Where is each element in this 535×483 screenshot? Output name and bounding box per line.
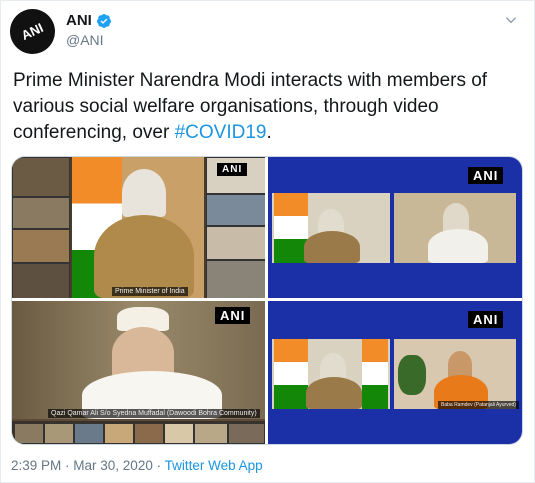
- video-caption: Prime Minister of India: [112, 287, 188, 296]
- ani-watermark: ANI: [217, 163, 248, 176]
- tweet-metadata: 2:39 PM · Mar 30, 2020 · Twitter Web App: [11, 458, 263, 473]
- pm-figure-body: [304, 231, 360, 263]
- pm-figure-head: [122, 169, 166, 217]
- source-app-link[interactable]: Twitter Web App: [165, 458, 263, 473]
- media-photo-4[interactable]: ANI Baba Ramdev (Patanjali Ayurved): [268, 301, 522, 444]
- author-name-row[interactable]: ANI: [66, 12, 112, 29]
- tweet-time[interactable]: 2:39 PM: [11, 458, 61, 473]
- pm-figure-body: [306, 377, 362, 409]
- video-tile: [104, 423, 134, 444]
- separator: ·: [152, 458, 165, 473]
- video-tile: [14, 423, 44, 444]
- participant-figure-body: [428, 229, 488, 263]
- tweet-date[interactable]: Mar 30, 2020: [73, 458, 153, 473]
- ani-watermark: ANI: [468, 311, 504, 328]
- video-tile: [74, 423, 104, 444]
- chevron-down-icon[interactable]: [504, 13, 518, 27]
- video-tile: [206, 194, 265, 226]
- separator: ·: [61, 458, 74, 473]
- author-handle[interactable]: @ANI: [66, 32, 104, 48]
- video-tile: [194, 423, 228, 444]
- pm-figure-body: [94, 215, 194, 298]
- indian-flag: [362, 339, 388, 409]
- verified-badge-icon: [96, 13, 111, 28]
- video-tile: [12, 229, 70, 263]
- video-tile: [206, 260, 265, 298]
- tweet-text: Prime Minister Narendra Modi interacts w…: [13, 68, 523, 146]
- video-tile: [228, 423, 265, 444]
- avatar[interactable]: ANI: [10, 9, 55, 54]
- video-tile: [206, 226, 265, 260]
- tweet-text-end: .: [266, 122, 272, 143]
- media-photo-3[interactable]: Qazi Qamar Ali S/o Syedna Muffadal (Dawo…: [12, 301, 265, 444]
- video-tile: [12, 263, 70, 298]
- video-tile: [164, 423, 194, 444]
- ani-watermark: ANI: [468, 167, 504, 184]
- hashtag-link[interactable]: #COVID19: [175, 122, 267, 143]
- video-tile: [44, 423, 74, 444]
- video-caption: Qazi Qamar Ali S/o Syedna Muffadal (Dawo…: [48, 409, 260, 418]
- ani-watermark: ANI: [215, 307, 251, 324]
- author-name[interactable]: ANI: [66, 12, 92, 29]
- video-caption: Baba Ramdev (Patanjali Ayurved): [438, 401, 519, 409]
- tweet-card[interactable]: ANI ANI @ANI Prime Minister Narendra Mod…: [0, 0, 535, 483]
- indian-flag: [274, 193, 308, 263]
- video-tile: [12, 197, 70, 229]
- video-tile: [12, 157, 70, 197]
- media-photo-2[interactable]: ANI: [268, 157, 522, 298]
- media-photo-1[interactable]: Prime Minister of India ANI: [12, 157, 265, 298]
- plant-decor: [398, 355, 426, 395]
- avatar-logo-text: ANI: [19, 19, 46, 44]
- video-tile: [134, 423, 164, 444]
- media-grid[interactable]: Prime Minister of India ANI ANI Qazi Qam…: [11, 156, 523, 445]
- indian-flag: [274, 339, 308, 409]
